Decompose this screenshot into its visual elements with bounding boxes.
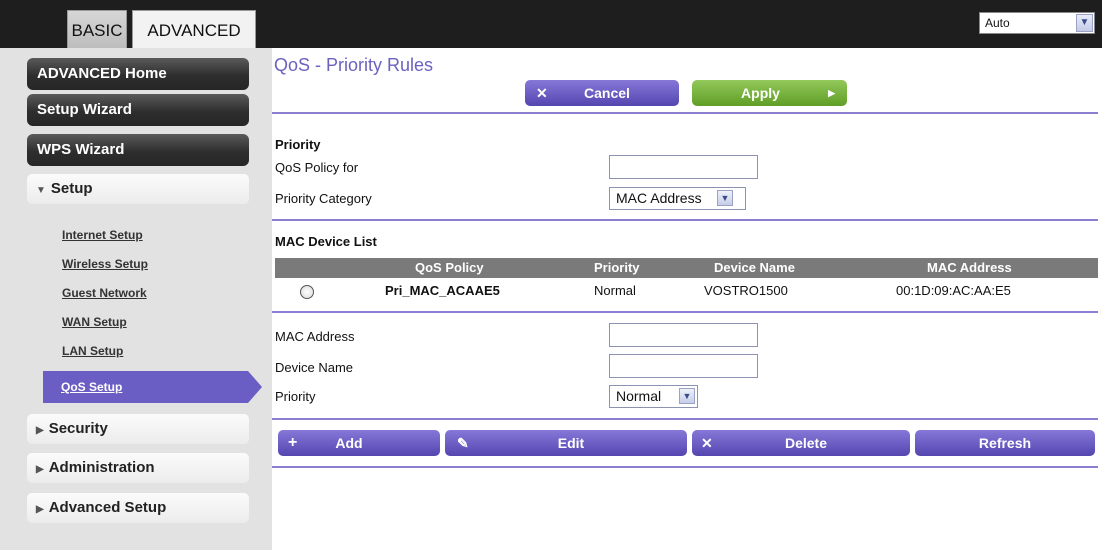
qos-policy-label: QoS Policy for bbox=[275, 160, 359, 175]
arrow-right-icon: ▶ bbox=[828, 88, 835, 98]
row-select-radio[interactable] bbox=[300, 285, 314, 299]
divider bbox=[272, 466, 1098, 468]
sidebar-subitem-guest-network[interactable]: Guest Network bbox=[62, 286, 147, 300]
column-header-device-name: Device Name bbox=[714, 260, 795, 275]
sidebar-item-security[interactable]: ▶ Security bbox=[27, 414, 249, 444]
cancel-button[interactable]: ✕ Cancel bbox=[525, 80, 679, 106]
divider bbox=[272, 418, 1098, 420]
add-button-label: Add bbox=[335, 435, 363, 451]
device-name-input[interactable] bbox=[609, 354, 758, 378]
language-select[interactable]: Auto ▼ bbox=[979, 12, 1095, 34]
sidebar-item-advanced-home[interactable]: ADVANCED Home bbox=[27, 58, 249, 90]
sidebar-item-administration[interactable]: ▶ Administration bbox=[27, 453, 249, 483]
sidebar: ADVANCED Home Setup Wizard WPS Wizard ▼ S… bbox=[0, 48, 272, 550]
divider bbox=[272, 311, 1098, 313]
sidebar-subitem-internet-setup[interactable]: Internet Setup bbox=[62, 228, 143, 242]
cell-qos-policy: Pri_MAC_ACAAE5 bbox=[385, 283, 500, 298]
main-content: QoS - Priority Rules ✕ Cancel Apply ▶ Pr… bbox=[272, 48, 1102, 550]
sidebar-item-setup[interactable]: ▼ Setup bbox=[27, 174, 249, 204]
device-name-label: Device Name bbox=[275, 360, 354, 375]
page-title: QoS - Priority Rules bbox=[274, 55, 434, 75]
sidebar-subitem-lan-setup[interactable]: LAN Setup bbox=[62, 344, 123, 358]
sidebar-item-label: Administration bbox=[48, 459, 155, 476]
priority-select-value: Normal bbox=[616, 388, 662, 404]
table-header: QoS Policy Priority Device Name MAC Addr… bbox=[275, 258, 1098, 278]
chevron-down-icon[interactable]: ▼ bbox=[679, 388, 695, 404]
column-header-mac-address: MAC Address bbox=[927, 260, 1012, 275]
sidebar-item-label: QoS Setup bbox=[61, 380, 123, 394]
priority-label: Priority bbox=[275, 389, 316, 404]
priority-category-value: MAC Address bbox=[616, 190, 702, 206]
column-header-priority: Priority bbox=[594, 260, 640, 275]
sidebar-item-wps-wizard[interactable]: WPS Wizard bbox=[27, 134, 249, 166]
triangle-right-icon: ▶ bbox=[36, 464, 44, 475]
priority-category-label: Priority Category bbox=[275, 191, 372, 206]
sidebar-subitem-qos-setup[interactable]: QoS Setup bbox=[43, 371, 262, 403]
delete-button-label: Delete bbox=[784, 435, 828, 451]
sidebar-item-label: Security bbox=[48, 420, 108, 437]
cancel-button-label: Cancel bbox=[584, 85, 630, 101]
selected-pointer-icon bbox=[248, 371, 262, 403]
sidebar-subitem-wan-setup[interactable]: WAN Setup bbox=[62, 315, 127, 329]
tab-advanced[interactable]: ADVANCED bbox=[132, 10, 256, 50]
priority-select[interactable]: Normal ▼ bbox=[609, 385, 698, 408]
divider bbox=[272, 219, 1098, 221]
add-button[interactable]: + Add bbox=[278, 430, 440, 456]
divider bbox=[272, 112, 1098, 114]
tab-basic[interactable]: BASIC bbox=[67, 10, 127, 48]
language-select-value: Auto bbox=[985, 16, 1010, 30]
qos-policy-input[interactable] bbox=[609, 155, 758, 179]
cell-device-name: VOSTRO1500 bbox=[704, 283, 788, 298]
delete-button[interactable]: ✕ Delete bbox=[692, 430, 910, 456]
triangle-right-icon: ▶ bbox=[36, 504, 44, 515]
sidebar-subitem-wireless-setup[interactable]: Wireless Setup bbox=[62, 257, 148, 271]
sidebar-item-label: Advanced Setup bbox=[48, 499, 167, 516]
mac-address-input[interactable] bbox=[609, 323, 758, 347]
edit-button[interactable]: ✎ Edit bbox=[445, 430, 687, 456]
chevron-down-icon[interactable]: ▼ bbox=[1076, 14, 1093, 32]
cell-priority: Normal bbox=[594, 283, 636, 298]
sidebar-item-setup-wizard[interactable]: Setup Wizard bbox=[27, 94, 249, 126]
triangle-down-icon: ▼ bbox=[36, 185, 46, 196]
mac-address-label: MAC Address bbox=[275, 329, 355, 344]
column-header-qos-policy: QoS Policy bbox=[415, 260, 484, 275]
priority-category-select[interactable]: MAC Address ▼ bbox=[609, 187, 746, 210]
chevron-down-icon[interactable]: ▼ bbox=[717, 190, 733, 206]
mac-device-list-heading: MAC Device List bbox=[275, 234, 377, 249]
sidebar-item-label: Setup bbox=[50, 180, 93, 197]
triangle-right-icon: ▶ bbox=[36, 425, 44, 436]
priority-heading: Priority bbox=[275, 137, 321, 152]
sidebar-item-advanced-setup[interactable]: ▶ Advanced Setup bbox=[27, 493, 249, 523]
apply-button[interactable]: Apply ▶ bbox=[692, 80, 847, 106]
refresh-button[interactable]: Refresh bbox=[915, 430, 1095, 456]
apply-button-label: Apply bbox=[741, 85, 780, 101]
top-bar: BASIC ADVANCED Auto ▼ bbox=[0, 0, 1102, 50]
cell-mac-address: 00:1D:09:AC:AA:E5 bbox=[896, 283, 1011, 298]
edit-button-label: Edit bbox=[557, 435, 585, 451]
refresh-button-label: Refresh bbox=[978, 435, 1032, 451]
